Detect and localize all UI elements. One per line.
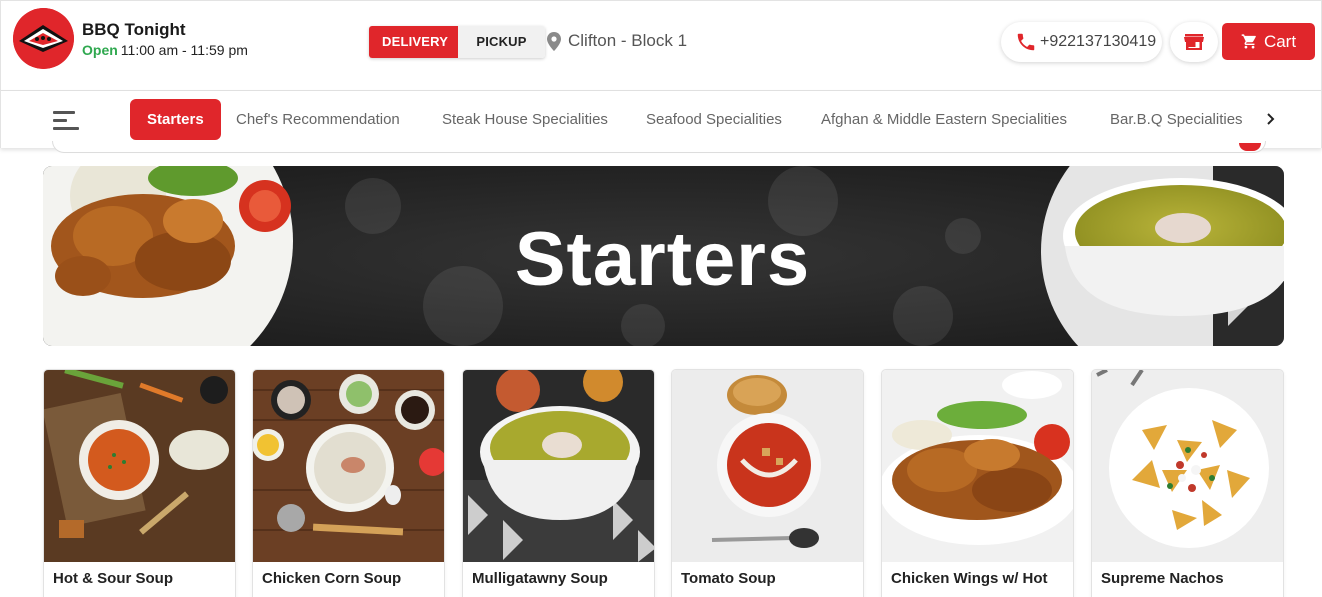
product-card[interactable]: Chicken Corn Soup: [252, 369, 445, 597]
hours-text: 11:00 am - 11:59 pm: [120, 42, 248, 58]
phone-button[interactable]: +922137130419: [1001, 22, 1162, 62]
chevron-right-icon[interactable]: [1263, 109, 1279, 129]
delivery-button[interactable]: DELIVERY: [369, 26, 458, 58]
category-nav: Starters Chef's Recommendation Steak Hou…: [0, 91, 1322, 148]
order-type-toggle: DELIVERY PICKUP: [369, 26, 545, 58]
location-text: Clifton - Block 1: [568, 31, 688, 50]
store-icon: [1184, 34, 1204, 50]
product-grid: Hot & Sour Soup Chicken Corn Soup Mullig…: [43, 369, 1284, 597]
product-name: Chicken Wings w/ Hot: [891, 570, 1048, 587]
site-header: BBQ Tonight Open 11:00 am - 11:59 pm DELI…: [0, 0, 1322, 91]
banner-title: Starters: [514, 216, 811, 302]
product-image: [253, 370, 444, 562]
category-tab-afghan-middle-eastern[interactable]: Afghan & Middle Eastern Specialities: [821, 99, 1067, 140]
category-banner: Starters: [43, 166, 1284, 346]
product-image: [1092, 370, 1283, 562]
product-image: [882, 370, 1073, 562]
product-name: Supreme Nachos: [1101, 570, 1224, 587]
product-image: [672, 370, 863, 562]
hamburger-menu-icon[interactable]: [53, 108, 79, 132]
shopping-cart-icon: [1241, 34, 1256, 49]
map-pin-icon: [547, 31, 561, 51]
product-card[interactable]: Hot & Sour Soup: [43, 369, 236, 597]
product-card[interactable]: Chicken Wings w/ Hot: [881, 369, 1074, 597]
product-name: Mulligatawny Soup: [472, 570, 608, 587]
brand-name: BBQ Tonight: [82, 20, 186, 39]
opening-hours: Open 11:00 am - 11:59 pm: [82, 42, 248, 58]
restaurant-logo[interactable]: [13, 8, 74, 69]
product-card[interactable]: Supreme Nachos: [1091, 369, 1284, 597]
product-name: Chicken Corn Soup: [262, 570, 402, 587]
product-name: Tomato Soup: [681, 570, 776, 587]
cart-label: Cart: [1263, 31, 1297, 51]
category-tab-seafood[interactable]: Seafood Specialities: [646, 99, 782, 140]
store-button[interactable]: [1170, 22, 1218, 62]
search-bar-partially-hidden[interactable]: [52, 141, 1266, 153]
cart-button[interactable]: Cart: [1222, 23, 1315, 60]
category-tab-starters[interactable]: Starters: [130, 99, 221, 140]
product-image: [44, 370, 235, 562]
product-image: [463, 370, 654, 562]
category-tab-chefs-recommendation[interactable]: Chef's Recommendation: [236, 99, 400, 140]
category-tab-bbq[interactable]: Bar.B.Q Specialities: [1110, 99, 1243, 140]
pickup-button[interactable]: PICKUP: [458, 26, 545, 58]
phone-number: +922137130419: [1040, 33, 1157, 50]
open-status: Open: [82, 42, 118, 58]
location-selector[interactable]: Clifton - Block 1: [547, 31, 687, 51]
category-tab-steak-house[interactable]: Steak House Specialities: [442, 99, 608, 140]
product-card[interactable]: Mulligatawny Soup: [462, 369, 655, 597]
brand-info: BBQ Tonight Open 11:00 am - 11:59 pm: [82, 20, 248, 58]
product-name: Hot & Sour Soup: [53, 570, 173, 587]
phone-icon: [1017, 33, 1035, 51]
product-card[interactable]: Tomato Soup: [671, 369, 864, 597]
